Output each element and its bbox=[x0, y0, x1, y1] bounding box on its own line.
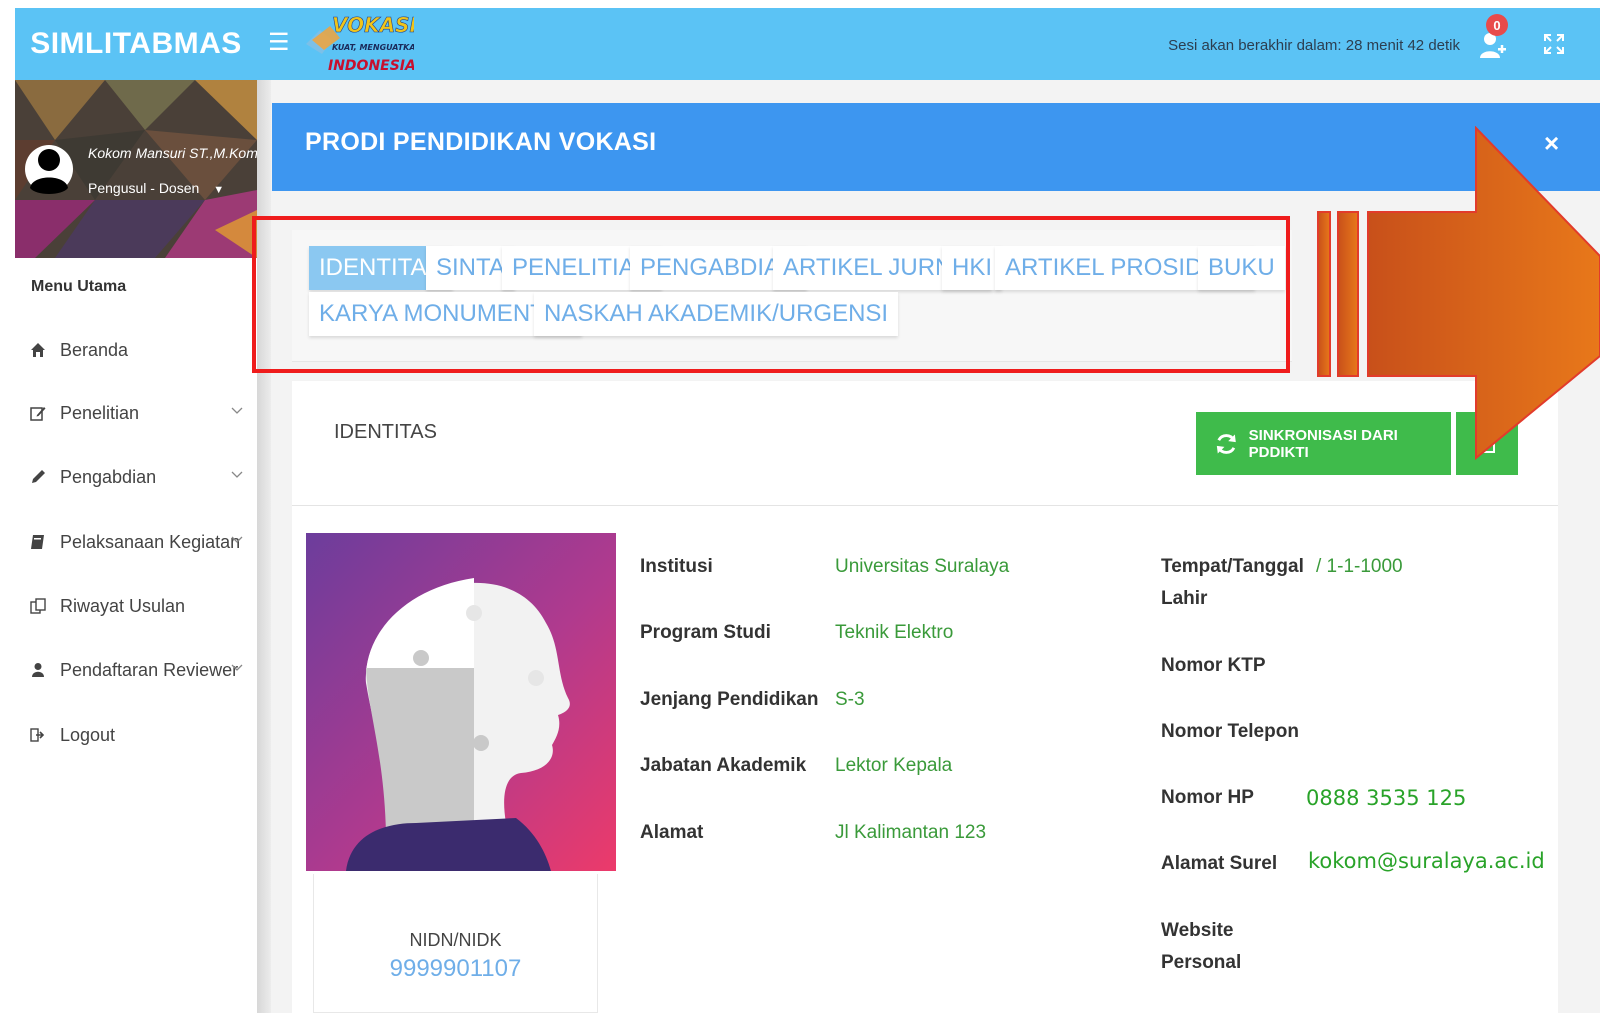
field-label-alamat-surel: Alamat Surel bbox=[1161, 853, 1278, 874]
field-label-tempat-tanggal: Tempat/Tanggal bbox=[1161, 556, 1304, 577]
profile-photo bbox=[306, 533, 616, 871]
page-title: PRODI PENDIDIKAN VOKASI bbox=[305, 128, 657, 156]
sidebar-item-label: Beranda bbox=[60, 339, 129, 360]
field-value-program-studi: Teknik Elektro bbox=[835, 622, 954, 643]
profile-name: Kokom Mansuri ST.,M.Kom bbox=[88, 145, 258, 161]
sidebar-item-pengabdian[interactable]: Pengabdian bbox=[15, 457, 257, 497]
sidebar-item-label: Penelitian bbox=[60, 402, 140, 423]
copy-icon bbox=[30, 598, 46, 614]
chevron-down-icon bbox=[231, 407, 243, 414]
tab-naskah-akademik[interactable]: NASKAH AKADEMIK/URGENSI bbox=[534, 292, 899, 336]
chevron-down-icon bbox=[231, 536, 243, 543]
logo-text-3: INDONESIA bbox=[328, 58, 414, 74]
field-value-ttl: / 1-1-1000 bbox=[1316, 556, 1403, 577]
user-icon bbox=[32, 663, 44, 677]
sidebar-item-label: Pengabdian bbox=[60, 466, 157, 487]
field-value-jabatan: Lektor Kepala bbox=[835, 755, 953, 776]
card-title: IDENTITAS bbox=[334, 421, 437, 443]
home-icon bbox=[31, 343, 45, 357]
app-root: SIMLITABMAS ☰ VOKASI KUAT, MENGUATKAN IN… bbox=[0, 0, 1600, 1013]
nidn-value: 9999901107 bbox=[389, 955, 522, 982]
field-label-nomor-hp: Nomor HP bbox=[1161, 787, 1254, 808]
pencil-icon bbox=[32, 470, 45, 483]
tab-buku[interactable]: BUKU bbox=[1198, 246, 1285, 290]
sidebar-item-pendaftaran-reviewer[interactable]: Pendaftaran Reviewer bbox=[15, 650, 257, 690]
logo-text-1: VOKASI bbox=[332, 13, 414, 37]
field-label-alamat: Alamat bbox=[640, 822, 704, 843]
sidebar-item-pelaksanaan-kegiatan[interactable]: Pelaksanaan Kegiatan bbox=[15, 522, 257, 562]
tab-hki[interactable]: HKI bbox=[942, 246, 1003, 290]
field-value-institusi: Universitas Suralaya bbox=[835, 556, 1010, 577]
field-label-institusi: Institusi bbox=[640, 556, 713, 577]
fullscreen-icon[interactable] bbox=[1542, 32, 1566, 56]
avatar-icon bbox=[25, 145, 73, 194]
card-divider bbox=[292, 505, 1558, 506]
sidebar-item-penelitian[interactable]: Penelitian bbox=[15, 393, 257, 433]
field-label-nomor-ktp: Nomor KTP bbox=[1161, 655, 1266, 676]
notification-badge[interactable]: 0 bbox=[1486, 14, 1508, 36]
field-label-jenjang: Jenjang Pendidikan bbox=[640, 689, 819, 710]
arrow-annotation bbox=[1317, 126, 1600, 461]
field-label-jabatan: Jabatan Akademik bbox=[640, 755, 807, 776]
field-label-nomor-telepon: Nomor Telepon bbox=[1161, 721, 1299, 742]
sidebar-item-logout[interactable]: Logout bbox=[15, 715, 257, 755]
refresh-icon bbox=[1216, 433, 1236, 454]
vokasi-logo: VOKASI KUAT, MENGUATKAN INDONESIA bbox=[306, 13, 414, 74]
close-icon[interactable]: × bbox=[1544, 128, 1559, 159]
sidebar-item-label: Pendaftaran Reviewer bbox=[60, 659, 239, 680]
field-value-alamat: Jl Kalimantan 123 bbox=[835, 822, 987, 843]
menu-toggle-icon[interactable]: ☰ bbox=[268, 28, 290, 57]
sidebar-item-label: Riwayat Usulan bbox=[60, 595, 186, 616]
field-label-personal: Personal bbox=[1161, 952, 1242, 973]
chevron-down-icon bbox=[231, 664, 243, 671]
book-icon bbox=[31, 535, 44, 549]
sidebar-item-label: Logout bbox=[60, 724, 116, 745]
field-label-website: Website bbox=[1161, 920, 1234, 941]
sidebar-item-riwayat-usulan[interactable]: Riwayat Usulan bbox=[15, 586, 257, 626]
caret-down-icon: ▼ bbox=[213, 184, 225, 196]
nidn-label: NIDN/NIDK bbox=[409, 930, 502, 950]
session-timer: Sesi akan berakhir dalam: 28 menit 42 de… bbox=[1168, 37, 1460, 54]
sidebar-item-label: Pelaksanaan Kegiatan bbox=[60, 531, 241, 552]
edit-icon bbox=[30, 407, 46, 421]
field-value-jenjang: S-3 bbox=[835, 689, 865, 710]
field-label-lahir: Lahir bbox=[1161, 588, 1208, 609]
logout-icon bbox=[30, 728, 45, 742]
field-value-nomor-hp: 0888 3535 125 bbox=[1306, 786, 1467, 810]
sidebar-item-beranda[interactable]: Beranda bbox=[15, 330, 257, 370]
profile-role-dropdown[interactable]: Pengusul - Dosen ▼ bbox=[88, 180, 224, 196]
field-value-alamat-surel: kokom@suralaya.ac.id bbox=[1308, 849, 1545, 873]
profile-role-label: Pengusul - Dosen bbox=[88, 180, 200, 196]
menu-title: Menu Utama bbox=[31, 278, 127, 295]
chevron-down-icon bbox=[231, 471, 243, 478]
field-label-program-studi: Program Studi bbox=[640, 622, 771, 643]
sidebar-divider bbox=[257, 80, 271, 1013]
logo-text-2: KUAT, MENGUATKAN bbox=[332, 43, 414, 52]
brand-logo[interactable]: SIMLITABMAS bbox=[15, 8, 257, 80]
